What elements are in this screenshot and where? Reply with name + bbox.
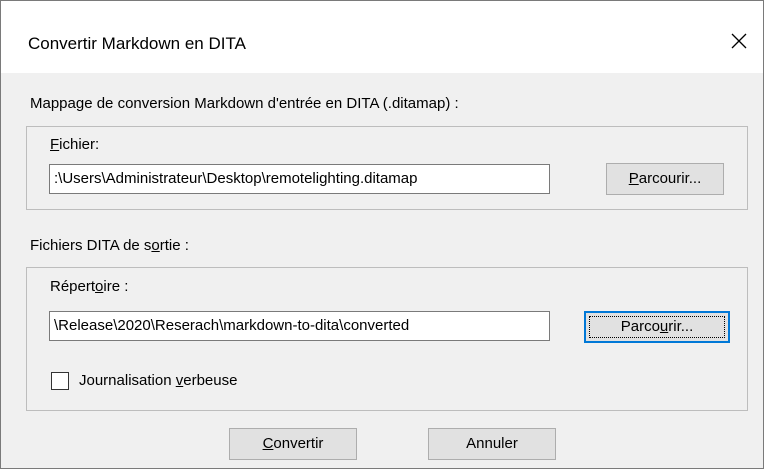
input-file-group: Fichier: :\Users\Administrateur\Desktop\… xyxy=(26,126,748,210)
output-section-heading: Fichiers DITA de sortie : xyxy=(30,237,189,254)
convert-button[interactable]: Convertir xyxy=(229,428,357,460)
close-icon xyxy=(731,33,747,49)
input-section-heading: Mappage de conversion Markdown d'entrée … xyxy=(30,95,459,112)
input-file-field[interactable]: :\Users\Administrateur\Desktop\remotelig… xyxy=(49,164,550,194)
close-button[interactable] xyxy=(715,16,763,66)
output-dir-group: Répertoire : \Release\2020\Reserach\mark… xyxy=(26,267,748,411)
file-label: Fichier: xyxy=(50,136,100,153)
output-directory-field[interactable]: \Release\2020\Reserach\markdown-to-dita\… xyxy=(49,311,550,341)
verbose-logging-checkbox[interactable] xyxy=(51,372,69,390)
verbose-logging-label[interactable]: Journalisation verbeuse xyxy=(79,372,237,389)
dialog-title: Convertir Markdown en DITA xyxy=(28,34,246,53)
convert-dialog: Convertir Markdown en DITA Mappage de co… xyxy=(0,0,764,469)
browse-output-button[interactable]: Parcourir... xyxy=(584,311,730,343)
cancel-button[interactable]: Annuler xyxy=(428,428,556,460)
browse-input-button[interactable]: Parcourir... xyxy=(606,163,724,195)
directory-label: Répertoire : xyxy=(50,278,129,295)
title-bar: Convertir Markdown en DITA xyxy=(1,1,763,73)
focus-ring xyxy=(589,316,725,338)
